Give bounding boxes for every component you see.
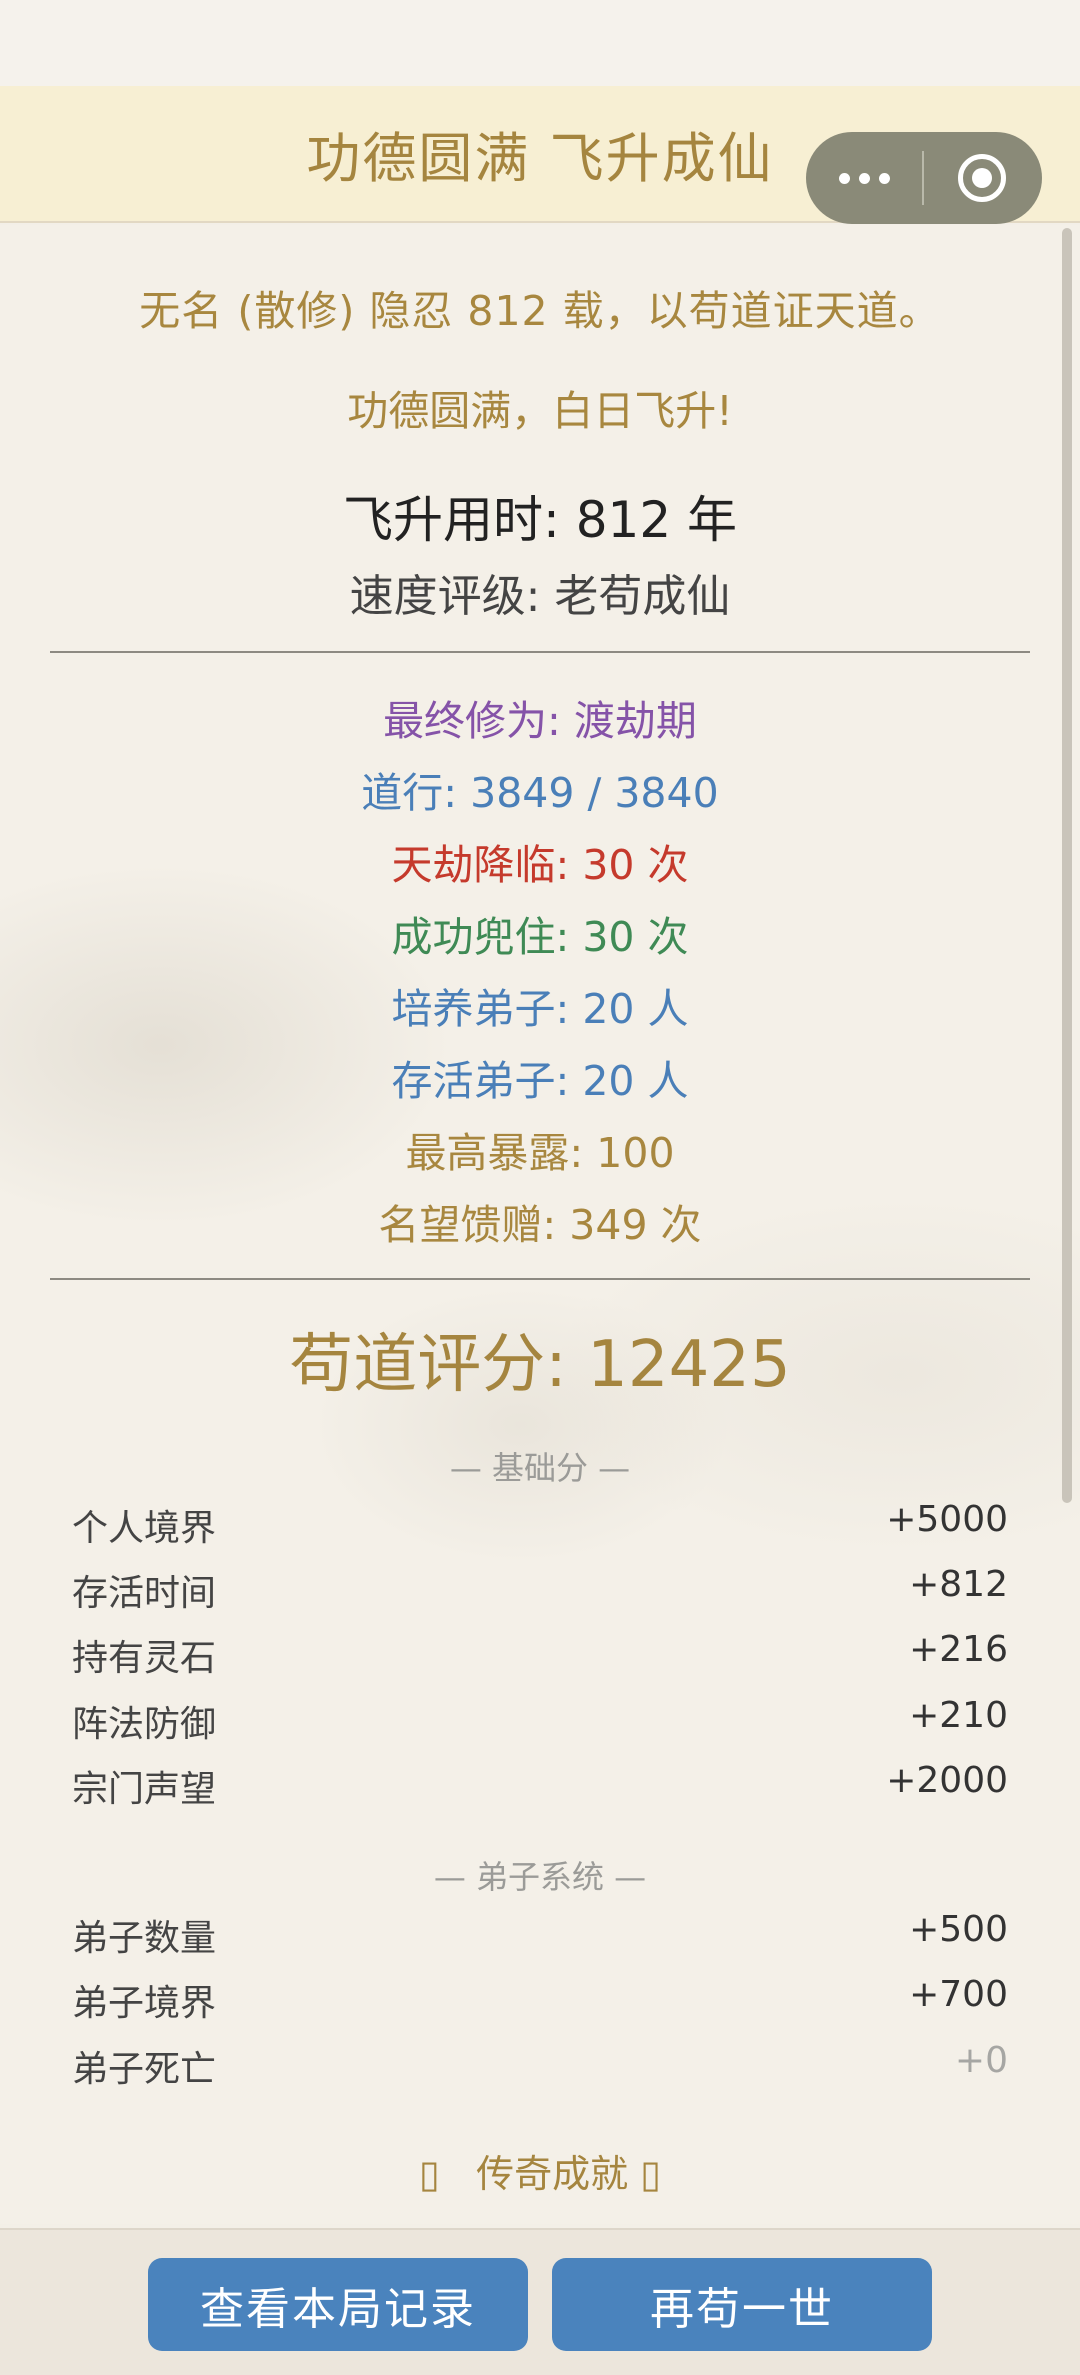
more-menu-button[interactable] — [806, 132, 922, 224]
stat-max-exposure: 最高暴露: 100 — [405, 1129, 675, 1177]
score-row-formation-defense: 阵法防御 +210 — [72, 1695, 1008, 1745]
score-row-realm: 个人境界 +5000 — [72, 1499, 1008, 1549]
bottom-action-bar: 查看本局记录 再苟一世 — [0, 2228, 1080, 2375]
stat-final-realm: 最终修为: 渡劫期 — [383, 697, 697, 745]
total-score: 苟道评分: 12425 — [289, 1328, 791, 1402]
result-scroll-area[interactable]: 无名 (散修) 隐忍 812 载，以苟道证天道。 功德圆满，白日飞升! 飞升用时… — [0, 225, 1080, 2224]
stat-tribulations: 天劫降临: 30 次 — [391, 841, 689, 889]
page-title: 功德圆满 飞升成仙 — [306, 127, 774, 190]
view-record-button[interactable]: 查看本局记录 — [148, 2258, 528, 2351]
status-bar-area — [0, 0, 1080, 86]
scrollbar[interactable] — [1062, 228, 1072, 1503]
play-again-button[interactable]: 再苟一世 — [552, 2258, 932, 2351]
divider — [50, 1278, 1030, 1280]
ascension-subtitle: 功德圆满，白日飞升! — [347, 387, 733, 435]
missing-glyph-icon: ▯ — [418, 2152, 440, 2196]
score-row-survival-time: 存活时间 +812 — [72, 1564, 1008, 1614]
divider — [50, 651, 1030, 653]
base-section-title: — 基础分 — — [449, 1449, 631, 1487]
stat-fame-gifts: 名望馈赠: 349 次 — [378, 1201, 702, 1249]
ascension-time: 飞升用时: 812 年 — [342, 491, 738, 549]
missing-glyph-icon: ▯ — [640, 2152, 662, 2196]
stat-living-disciples: 存活弟子: 20 人 — [391, 1057, 689, 1105]
target-circle-icon — [958, 154, 1006, 202]
stat-trained-disciples: 培养弟子: 20 人 — [391, 985, 689, 1033]
disciple-section-title: — 弟子系统 — — [433, 1858, 647, 1896]
speed-rating: 速度评级: 老苟成仙 — [349, 571, 731, 622]
more-dots-icon — [838, 172, 850, 184]
close-miniprogram-button[interactable] — [924, 132, 1040, 224]
score-row-spirit-stones: 持有灵石 +216 — [72, 1629, 1008, 1679]
score-row-sect-reputation: 宗门声望 +2000 — [72, 1760, 1008, 1810]
intro-text: 无名 (散修) 隐忍 812 载，以苟道证天道。 — [139, 287, 941, 335]
score-row-disciple-deaths: 弟子死亡 +0 — [72, 2040, 1008, 2090]
miniprogram-capsule — [806, 132, 1042, 224]
score-row-disciple-count: 弟子数量 +500 — [72, 1909, 1008, 1959]
stat-dao-progress: 道行: 3849 / 3840 — [361, 769, 719, 817]
stat-survived-tribulations: 成功兜住: 30 次 — [391, 913, 689, 961]
score-row-disciple-realm: 弟子境界 +700 — [72, 1974, 1008, 2024]
legend-achievements-header[interactable]: ▯ 传奇成就 ▯ — [0, 2143, 1080, 2198]
